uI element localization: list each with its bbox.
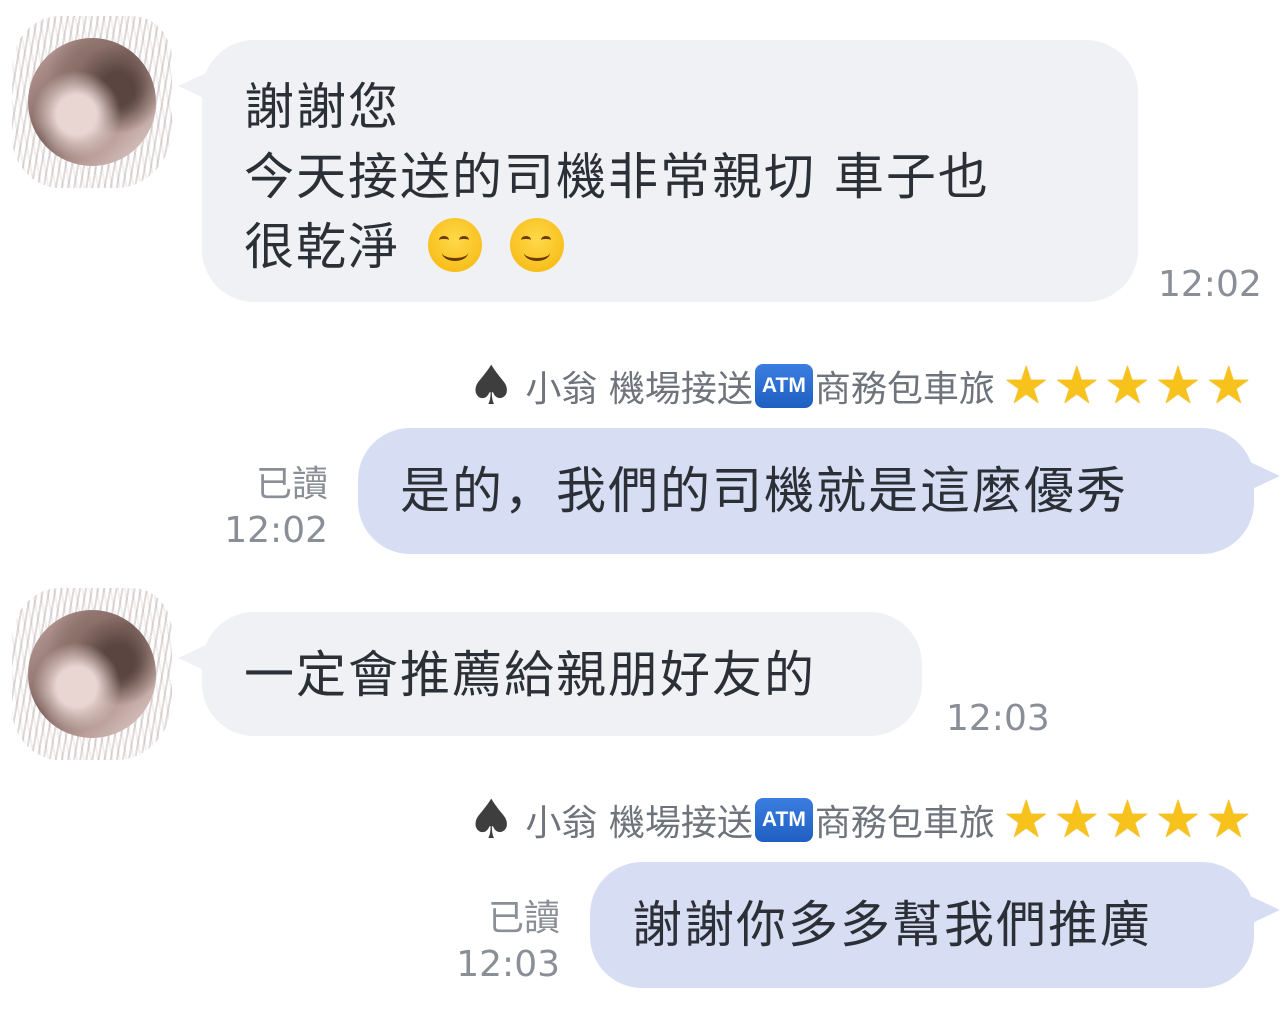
star-rating-icon: ★ ★ ★ ★ ★ [999, 360, 1252, 412]
contact-avatar[interactable] [12, 588, 172, 760]
atm-badge-icon: ATM [754, 364, 813, 408]
read-status: 已讀 [255, 464, 328, 505]
outgoing-message-bubble[interactable]: 謝謝你多多幫我們推廣 [590, 862, 1254, 988]
read-receipt: 已讀 12:02 [200, 462, 328, 554]
star-icon: ★ [1205, 356, 1252, 416]
star-icon: ★ [1154, 356, 1202, 416]
smiling-face-icon [427, 218, 482, 272]
incoming-message-bubble[interactable]: 一定會推薦給親朋好友的 [202, 612, 922, 736]
star-icon: ★ [1154, 790, 1202, 850]
star-icon: ★ [1205, 790, 1252, 850]
message-timestamp: 12:03 [456, 944, 560, 985]
bubble-tail [1250, 896, 1280, 924]
message-line: 今天接送的司機非常親切 車子也 [244, 148, 990, 206]
avatar-image [28, 610, 156, 738]
sender-name-suffix: 商務包車旅 [814, 369, 995, 410]
star-icon: ★ [1002, 790, 1050, 850]
message-text: 一定會推薦給親朋好友的 [244, 646, 816, 704]
sender-name-row: ♠ 小翁 機場接送 ATM 商務包車旅 ★ ★ ★ ★ ★ [467, 792, 1252, 848]
message-text: 是的，我們的司機就是這麼優秀 [400, 462, 1128, 520]
star-icon: ★ [1002, 356, 1050, 416]
spade-icon: ♠ [466, 788, 516, 851]
star-icon: ★ [1104, 356, 1151, 416]
star-icon: ★ [1104, 790, 1151, 850]
message-line: 謝謝您 [244, 78, 400, 136]
message-timestamp: 12:03 [946, 698, 1050, 739]
sender-name: 小翁 機場接送 [525, 369, 753, 410]
star-icon: ★ [1053, 790, 1101, 850]
star-icon: ★ [1053, 356, 1101, 416]
smiling-face-icon [509, 218, 564, 272]
bubble-tail [1250, 462, 1280, 490]
message-text: 謝謝你多多幫我們推廣 [632, 896, 1152, 954]
avatar-image [28, 38, 156, 166]
message-timestamp: 12:02 [1158, 264, 1262, 305]
sender-name-suffix: 商務包車旅 [814, 803, 995, 844]
read-status: 已讀 [487, 898, 560, 939]
message-line: 很乾淨 [244, 218, 400, 276]
outgoing-message-bubble[interactable]: 是的，我們的司機就是這麼優秀 [358, 428, 1254, 554]
message-timestamp: 12:02 [224, 510, 328, 551]
atm-badge-icon: ATM [754, 798, 813, 842]
contact-avatar[interactable] [12, 16, 172, 188]
read-receipt: 已讀 12:03 [440, 896, 560, 988]
sender-name-row: ♠ 小翁 機場接送 ATM 商務包車旅 ★ ★ ★ ★ ★ [467, 358, 1252, 414]
incoming-message-bubble[interactable]: 謝謝您 今天接送的司機非常親切 車子也 很乾淨 [202, 40, 1138, 302]
message-line-with-emoji: 很乾淨 [244, 212, 564, 282]
spade-icon: ♠ [466, 354, 516, 417]
star-rating-icon: ★ ★ ★ ★ ★ [999, 794, 1252, 846]
sender-name: 小翁 機場接送 [525, 803, 753, 844]
